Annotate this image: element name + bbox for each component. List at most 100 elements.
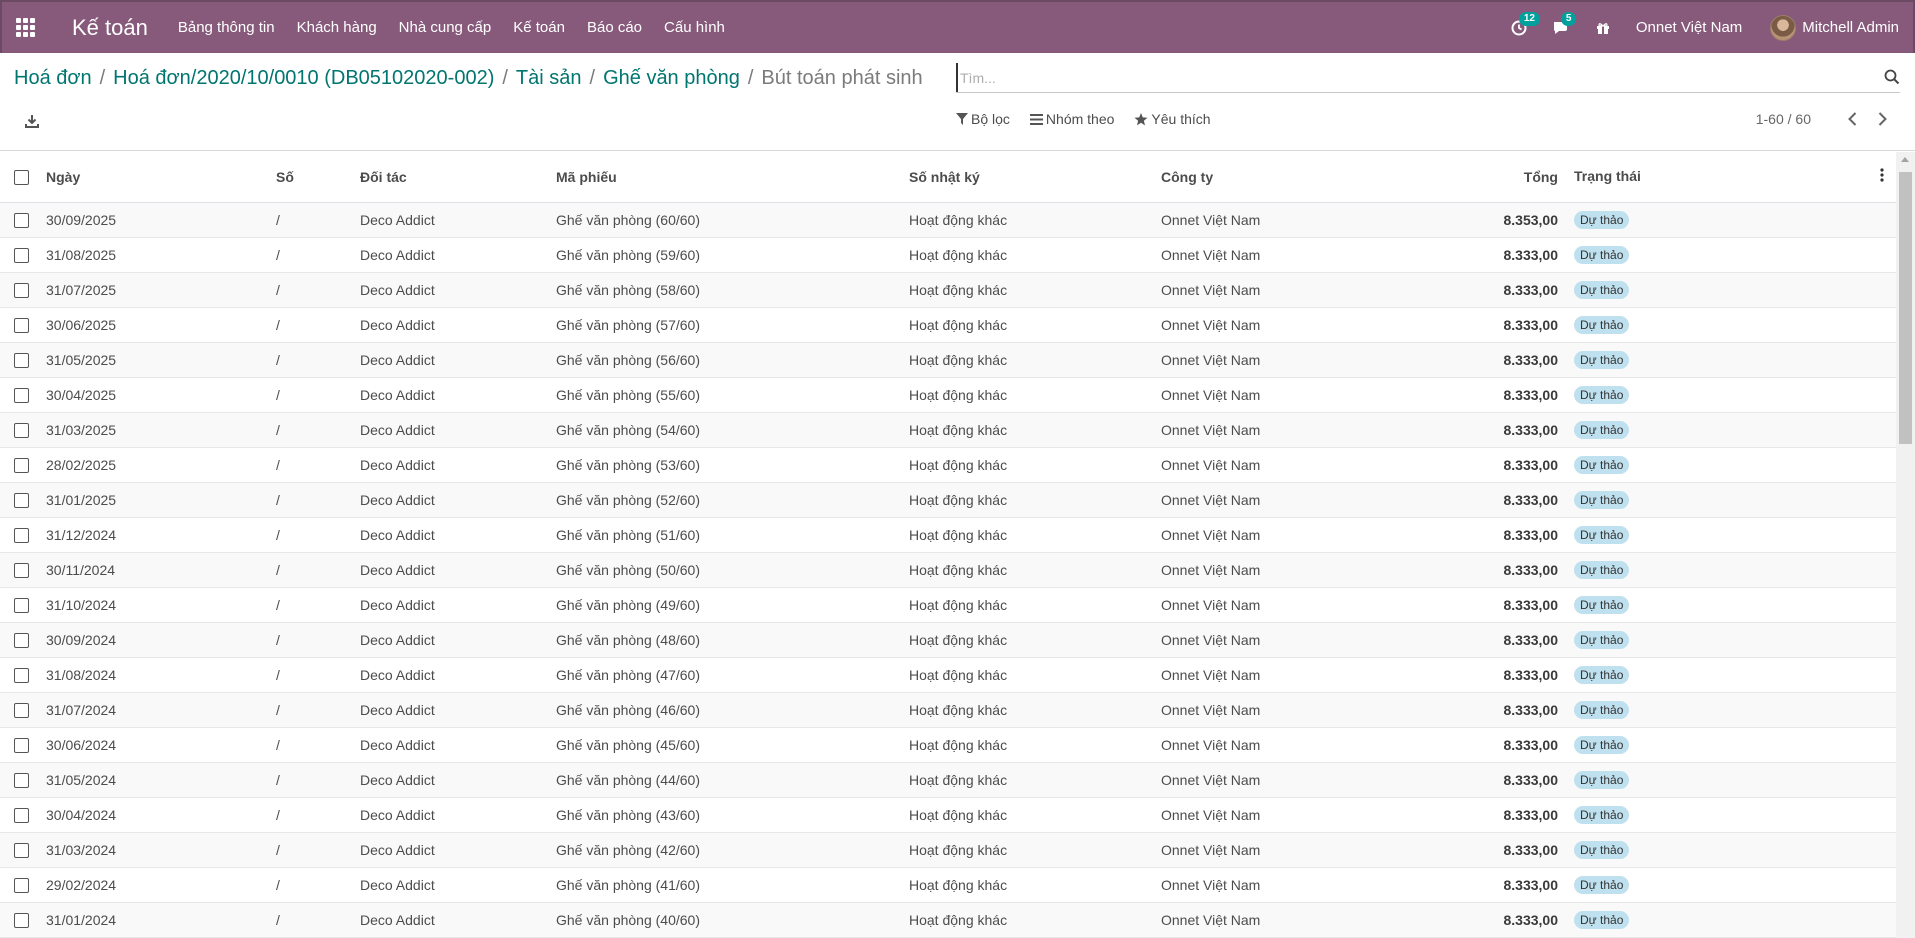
search-input[interactable] (956, 63, 1900, 92)
column-header-total[interactable]: Tổng (1483, 152, 1566, 202)
table-row[interactable]: 30/04/2025 / Deco Addict Ghế văn phòng (55/… (0, 377, 1896, 412)
column-header-date[interactable]: Ngày (38, 152, 268, 202)
table-row[interactable]: 30/04/2024 / Deco Addict Ghế văn phòng (43/… (0, 797, 1896, 832)
table-row[interactable]: 31/01/2025 / Deco Addict Ghế văn phòng (52/… (0, 482, 1896, 517)
row-checkbox[interactable] (14, 352, 29, 368)
row-checkbox[interactable] (14, 282, 29, 298)
row-checkbox[interactable] (14, 212, 29, 228)
table-row[interactable]: 30/06/2025 / Deco Addict Ghế văn phòng (57/… (0, 307, 1896, 342)
row-checkbox[interactable] (14, 667, 29, 683)
row-select-cell (0, 482, 38, 517)
cell-date: 31/05/2024 (46, 771, 117, 788)
row-select-cell (0, 517, 38, 552)
breadcrumb-invoices[interactable]: Hoá đơn (14, 67, 92, 90)
vertical-dots-icon[interactable] (1880, 168, 1884, 185)
chat-icon[interactable]: 5 (1552, 11, 1577, 37)
gift-icon[interactable] (1594, 19, 1612, 37)
column-header-company[interactable]: Công ty (1153, 152, 1483, 202)
table-row[interactable]: 31/07/2025 / Deco Addict Ghế văn phòng (58/… (0, 272, 1896, 307)
row-checkbox[interactable] (14, 877, 29, 893)
table-row[interactable]: 30/09/2025 / Deco Addict Ghế văn phòng (60/… (0, 202, 1896, 237)
menu-item-accounting[interactable]: Kế toán (513, 19, 565, 36)
table-row[interactable]: 31/03/2024 / Deco Addict Ghế văn phòng (42/… (0, 832, 1896, 867)
cell-journal: Hoạt động khác (909, 456, 1008, 473)
menu-item-customers[interactable]: Khách hàng (297, 19, 377, 36)
column-header-partner[interactable]: Đối tác (352, 152, 548, 202)
table-row[interactable]: 30/09/2024 / Deco Addict Ghế văn phòng (48/… (0, 622, 1896, 657)
row-checkbox[interactable] (14, 387, 29, 403)
cell-date: 30/04/2025 (46, 386, 117, 403)
cell-journal: Hoạt động khác (909, 526, 1008, 543)
favorites-button[interactable]: Yêu thích (1134, 111, 1211, 127)
table-row[interactable]: 31/12/2024 / Deco Addict Ghế văn phòng (51/… (0, 517, 1896, 552)
cell-status: Dự thảo (1566, 377, 1896, 412)
chevron-left-icon[interactable] (1845, 111, 1859, 127)
row-checkbox[interactable] (14, 807, 29, 823)
row-checkbox[interactable] (14, 772, 29, 788)
row-checkbox[interactable] (14, 632, 29, 648)
select-all-checkbox[interactable] (14, 170, 29, 186)
clock-icon[interactable]: 12 (1510, 11, 1540, 37)
column-header-status[interactable]: Trạng thái (1574, 168, 1641, 184)
row-checkbox[interactable] (14, 737, 29, 753)
chevron-right-icon[interactable] (1875, 111, 1889, 127)
scroll-up-arrow-icon[interactable] (1901, 157, 1909, 162)
row-checkbox[interactable] (14, 492, 29, 508)
table-row[interactable]: 31/08/2024 / Deco Addict Ghế văn phòng (47/… (0, 657, 1896, 692)
table-row[interactable]: 31/08/2025 / Deco Addict Ghế văn phòng (59/… (0, 237, 1896, 272)
filter-button[interactable]: Bộ lọc (956, 111, 1010, 127)
search-icon[interactable] (1884, 69, 1900, 85)
row-checkbox[interactable] (14, 562, 29, 578)
cell-partner: Deco Addict (360, 701, 435, 718)
column-header-journal[interactable]: Số nhật ký (901, 152, 1153, 202)
table-row[interactable]: 31/10/2024 / Deco Addict Ghế văn phòng (49/… (0, 587, 1896, 622)
cell-total: 8.333,00 (1503, 771, 1559, 788)
apps-grid-icon[interactable] (2, 2, 48, 53)
row-checkbox[interactable] (14, 597, 29, 613)
app-brand[interactable]: Kế toán (72, 15, 148, 41)
row-checkbox[interactable] (14, 422, 29, 438)
breadcrumb-asset-record[interactable]: Ghế văn phòng (603, 67, 740, 90)
cell-status: Dự thảo (1566, 237, 1896, 272)
row-checkbox[interactable] (14, 912, 29, 928)
control-panel: Hoá đơn / Hoá đơn/2020/10/0010 (DB051020… (0, 53, 1915, 151)
cell-total: 8.333,00 (1503, 596, 1559, 613)
table-row[interactable]: 31/01/2024 / Deco Addict Ghế văn phòng (40/… (0, 902, 1896, 937)
breadcrumb-invoice-record[interactable]: Hoá đơn/2020/10/0010 (DB05102020-002) (113, 67, 494, 90)
status-badge: Dự thảo (1574, 525, 1630, 544)
status-badge: Dự thảo (1574, 455, 1630, 474)
table-row[interactable]: 31/05/2025 / Deco Addict Ghế văn phòng (56/… (0, 342, 1896, 377)
breadcrumb-separator: / (99, 67, 106, 89)
download-icon[interactable] (24, 113, 40, 129)
company-switcher[interactable]: Onnet Việt Nam (1636, 19, 1742, 36)
row-checkbox[interactable] (14, 247, 29, 263)
table-row[interactable]: 31/07/2024 / Deco Addict Ghế văn phòng (46/… (0, 692, 1896, 727)
table-row[interactable]: 31/03/2025 / Deco Addict Ghế văn phòng (54/… (0, 412, 1896, 447)
row-checkbox[interactable] (14, 527, 29, 543)
column-header-reference[interactable]: Mã phiếu (548, 152, 901, 202)
pager-value[interactable]: 1-60 / 60 (1756, 111, 1811, 127)
column-header-number[interactable]: Số (268, 152, 352, 202)
vertical-scrollbar[interactable] (1896, 152, 1915, 938)
scrollbar-thumb[interactable] (1899, 172, 1912, 444)
row-checkbox[interactable] (14, 457, 29, 473)
menu-item-reports[interactable]: Báo cáo (587, 19, 642, 36)
menu-item-configuration[interactable]: Cấu hình (664, 19, 725, 36)
breadcrumb-assets[interactable]: Tài sản (516, 67, 582, 90)
table-row[interactable]: 29/02/2024 / Deco Addict Ghế văn phòng (41/… (0, 867, 1896, 902)
cell-date: 31/05/2025 (46, 351, 117, 368)
cell-company: Onnet Việt Nam (1161, 246, 1261, 263)
row-checkbox[interactable] (14, 317, 29, 333)
menu-item-dashboard[interactable]: Bảng thông tin (178, 19, 275, 36)
row-checkbox[interactable] (14, 842, 29, 858)
cell-reference: Ghế văn phòng (57/60) (556, 316, 700, 333)
table-row[interactable]: 28/02/2025 / Deco Addict Ghế văn phòng (53/… (0, 447, 1896, 482)
table-row[interactable]: 30/06/2024 / Deco Addict Ghế văn phòng (45/… (0, 727, 1896, 762)
user-menu[interactable]: Mitchell Admin (1770, 14, 1899, 41)
row-checkbox[interactable] (14, 702, 29, 718)
row-select-cell (0, 902, 38, 937)
table-row[interactable]: 30/11/2024 / Deco Addict Ghế văn phòng (50/… (0, 552, 1896, 587)
table-row[interactable]: 31/05/2024 / Deco Addict Ghế văn phòng (44/… (0, 762, 1896, 797)
group-by-button[interactable]: Nhóm theo (1029, 111, 1114, 127)
menu-item-vendors[interactable]: Nhà cung cấp (399, 19, 492, 36)
